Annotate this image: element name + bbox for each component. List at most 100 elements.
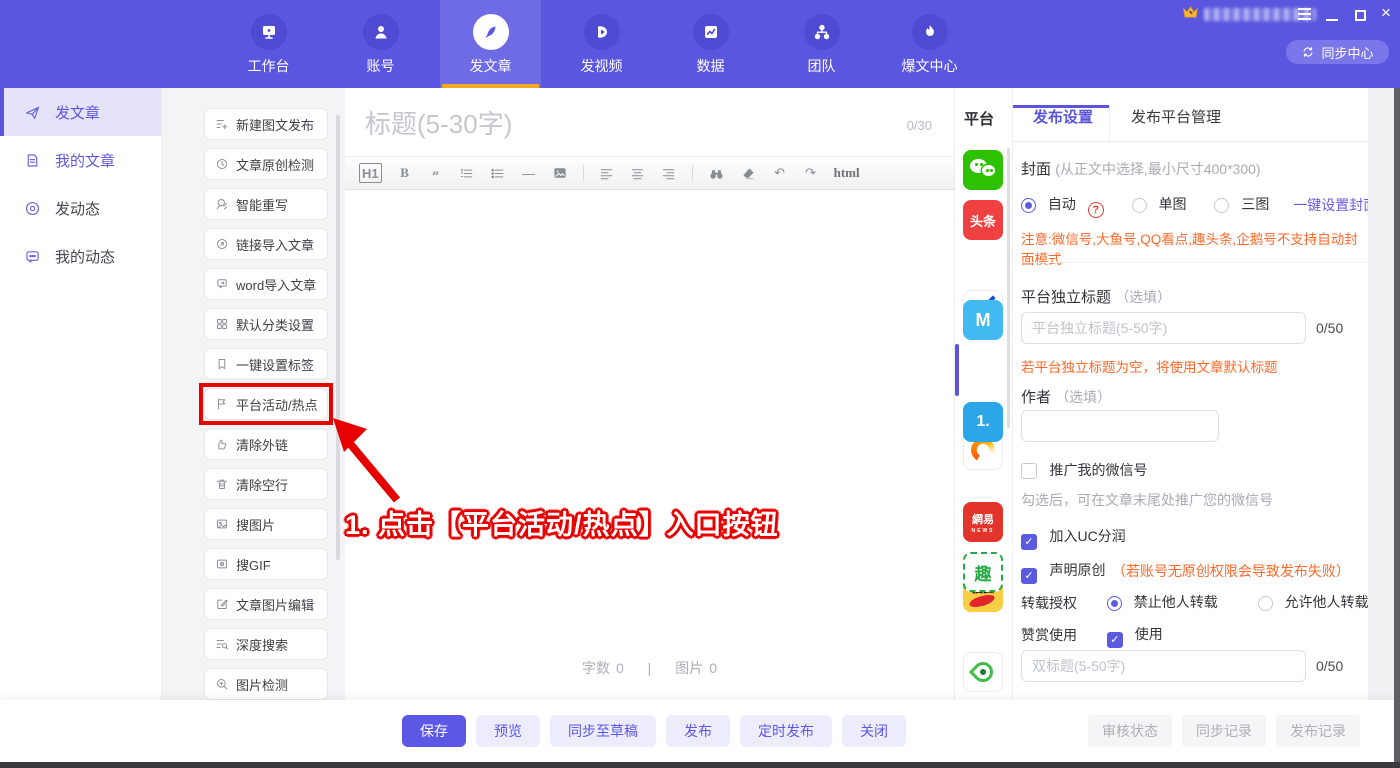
eraser-icon[interactable] [740, 163, 757, 183]
tool-label: 清除空行 [236, 475, 288, 494]
publish-button[interactable]: 发布 [666, 715, 730, 747]
platform-rail-scrollbar[interactable] [1007, 148, 1010, 428]
nav-label: 账号 [367, 56, 395, 76]
tool-deep-search-button[interactable]: 深度搜索 [204, 628, 328, 660]
menu-icon[interactable] [1294, 6, 1314, 22]
tool-label: 搜GIF [236, 555, 271, 574]
article-title-input[interactable] [365, 102, 835, 146]
platform-icon-wechat[interactable] [963, 150, 1003, 190]
optional-hint: （选填） [1055, 389, 1111, 405]
one-click-cover-link[interactable]: 一键设置封面 [1293, 197, 1377, 213]
nav-item-data[interactable]: 数据 [660, 0, 761, 88]
maximize-button[interactable] [1350, 7, 1370, 23]
cover-triple-radio[interactable] [1214, 198, 1229, 213]
heading-icon[interactable]: H1 [359, 163, 382, 183]
tool-search-gif-button[interactable]: 搜GIF [204, 548, 328, 580]
platform-icon-netease[interactable]: 網易 NEWS [963, 502, 1003, 542]
declare-original-checkbox[interactable] [1021, 568, 1037, 584]
edit-square-icon [215, 597, 229, 611]
cover-options-row: 自动 ? 单图 三图 一键设置封面 [1021, 194, 1377, 218]
ordered-list-icon[interactable] [459, 163, 475, 183]
tool-set-tags-button[interactable]: 一键设置标签 [204, 348, 328, 380]
dual-title-input[interactable] [1021, 650, 1306, 682]
scheduled-publish-button[interactable]: 定时发布 [740, 715, 832, 747]
tool-search-images-button[interactable]: 搜图片 [204, 508, 328, 540]
find-binoculars-icon[interactable] [708, 163, 725, 183]
tool-remove-empty-lines-button[interactable]: 清除空行 [204, 468, 328, 500]
align-left-icon[interactable] [599, 163, 615, 183]
declare-original-label: 声明原创 [1049, 562, 1105, 578]
promote-wechat-checkbox[interactable] [1021, 463, 1037, 479]
nav-item-team[interactable]: 团队 [771, 0, 872, 88]
redo-icon[interactable]: ↷ [803, 163, 819, 183]
sidebar-item-publish-moment[interactable]: 发动态 [0, 184, 161, 232]
reward-checkbox[interactable] [1107, 632, 1123, 648]
tab-publish-settings[interactable]: 发布设置 [1033, 106, 1093, 127]
repost-auth-label: 转载授权 [1021, 595, 1077, 611]
sidebar-item-my-articles[interactable]: 我的文章 [0, 136, 161, 184]
unordered-list-icon[interactable] [490, 163, 506, 183]
uc-share-checkbox[interactable] [1021, 534, 1037, 550]
html-source-icon[interactable]: html [834, 163, 860, 183]
platform-icon-dafenghao[interactable]: M [963, 300, 1003, 340]
tool-originality-check-button[interactable]: 文章原创检测 [204, 148, 328, 180]
tool-label: 智能重写 [236, 195, 288, 214]
nav-item-account[interactable]: 账号 [330, 0, 431, 88]
cover-auto-radio[interactable] [1021, 198, 1036, 213]
tool-image-check-button[interactable]: 图片检测 [204, 668, 328, 700]
tool-link-import-button[interactable]: 链接导入文章 [204, 228, 328, 260]
tools-scrollbar[interactable] [336, 115, 340, 560]
independent-title-input[interactable] [1021, 312, 1306, 344]
help-question-icon[interactable]: ? [1088, 202, 1104, 218]
tool-platform-activity-button[interactable]: 平台活动/热点 [204, 388, 328, 420]
nav-item-hot-articles[interactable]: 爆文中心 [879, 0, 980, 88]
tool-label: 清除外链 [236, 435, 288, 454]
grid-icon [215, 317, 229, 331]
preview-button[interactable]: 预览 [476, 715, 540, 747]
data-chart-icon [693, 14, 729, 50]
insert-image-icon[interactable] [552, 163, 568, 183]
close-article-button[interactable]: 关闭 [842, 715, 906, 747]
undo-icon[interactable]: ↶ [772, 163, 788, 183]
sync-center-button[interactable]: 同步中心 [1286, 40, 1389, 64]
sync-records-button[interactable]: 同步记录 [1182, 715, 1266, 747]
align-center-icon[interactable] [630, 163, 646, 183]
nav-item-publish-video[interactable]: 发视频 [551, 0, 652, 88]
repost-forbid-radio[interactable] [1107, 596, 1122, 611]
tool-smart-rewrite-button[interactable]: 智能重写 [204, 188, 328, 220]
sidebar-item-my-moments[interactable]: 我的动态 [0, 232, 161, 280]
review-status-button[interactable]: 审核状态 [1088, 715, 1172, 747]
tool-remove-external-links-button[interactable]: 清除外链 [204, 428, 328, 460]
bold-icon[interactable]: B [397, 163, 413, 183]
sidebar-item-publish-article[interactable]: 发文章 [0, 88, 161, 136]
platform-icon-qutoutiao[interactable]: 趣 [963, 552, 1003, 592]
align-right-icon[interactable] [661, 163, 677, 183]
repost-allow-radio[interactable] [1258, 596, 1273, 611]
save-button[interactable]: 保存 [402, 715, 466, 747]
team-org-icon [804, 14, 840, 50]
tool-label: 文章原创检测 [236, 155, 314, 174]
platform-icon-toutiao[interactable]: 头条 [963, 200, 1003, 240]
left-sidebar: 发文章 我的文章 发动态 我的动态 [0, 88, 162, 762]
author-input[interactable] [1021, 410, 1219, 442]
publish-records-button[interactable]: 发布记录 [1276, 715, 1360, 747]
platform-icon-subtext: NEWS [972, 528, 995, 534]
platform-icon-green-eye[interactable] [963, 652, 1003, 692]
horizontal-rule-icon[interactable]: — [521, 163, 537, 183]
minimize-button[interactable] [1322, 12, 1342, 28]
independent-title-counter: 0/50 [1316, 320, 1343, 336]
nav-item-workbench[interactable]: 工作台 [218, 0, 319, 88]
close-button[interactable]: × [1376, 4, 1396, 20]
sync-to-draft-button[interactable]: 同步至草稿 [550, 715, 656, 747]
tab-platform-management[interactable]: 发布平台管理 [1131, 106, 1221, 127]
platform-icon-yidianzixun[interactable]: 1. [963, 402, 1003, 442]
nav-item-publish-article[interactable]: 发文章 [440, 0, 541, 88]
panel-scroll-gutter[interactable] [1368, 88, 1394, 700]
tool-word-import-button[interactable]: word导入文章 [204, 268, 328, 300]
tool-default-category-button[interactable]: 默认分类设置 [204, 308, 328, 340]
nav-label: 团队 [808, 56, 836, 76]
cover-single-radio[interactable] [1132, 198, 1147, 213]
tool-new-article-button[interactable]: 新建图文发布 [204, 108, 328, 140]
blockquote-icon[interactable]: ” [428, 168, 444, 188]
tool-article-image-edit-button[interactable]: 文章图片编辑 [204, 588, 328, 620]
